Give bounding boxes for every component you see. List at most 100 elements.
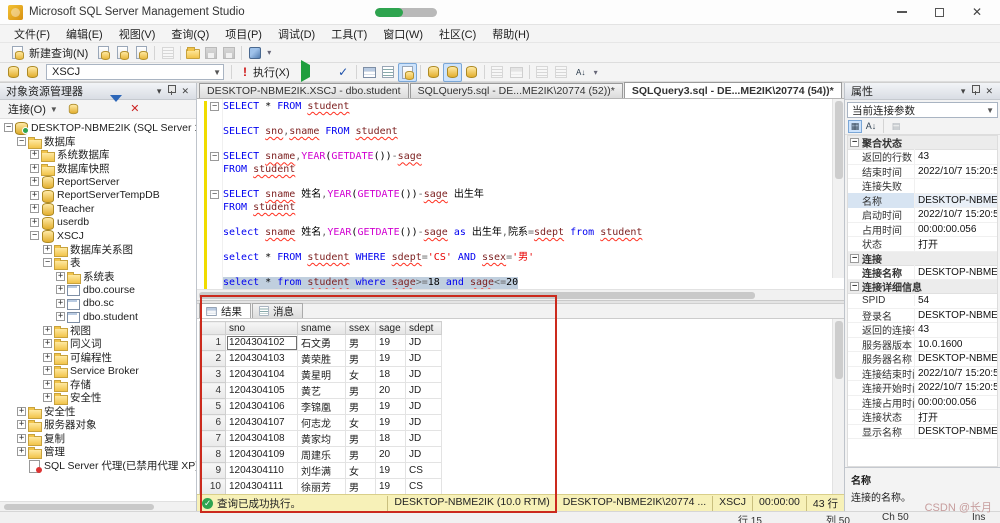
grid-cell[interactable]: JD xyxy=(406,431,442,447)
collapse-icon[interactable]: − xyxy=(850,254,859,263)
grid-column-header[interactable] xyxy=(200,322,226,335)
property-row[interactable]: 返回的行数43 xyxy=(848,150,997,165)
open-file-button[interactable] xyxy=(184,44,202,61)
grid-cell[interactable]: 女 xyxy=(346,415,376,431)
grid-cell[interactable]: 男 xyxy=(346,431,376,447)
table-row[interactable]: 41204304105黄艺男20JD xyxy=(200,383,442,399)
property-section[interactable]: −连接 xyxy=(848,252,997,266)
sort-alphabetical-button[interactable]: A↓ xyxy=(864,120,878,133)
code-line[interactable]: SELECT sname,YEAR(GETDATE())-sage xyxy=(223,151,844,164)
tree-item[interactable]: +同义词 xyxy=(0,337,196,351)
tree-item[interactable]: −XSCJ xyxy=(0,229,196,243)
object-explorer-hscrollbar[interactable] xyxy=(0,501,196,511)
intellisense-toggle-button[interactable] xyxy=(398,63,417,82)
property-section[interactable]: −聚合状态 xyxy=(848,136,997,150)
completion-mode-button[interactable]: A↓ xyxy=(571,63,591,82)
grid-cell[interactable]: 5 xyxy=(200,399,226,415)
grid-cell[interactable]: 8 xyxy=(200,447,226,463)
menu-item[interactable]: 社区(C) xyxy=(431,24,484,44)
expander-icon[interactable]: − xyxy=(4,123,13,132)
property-row[interactable]: 连接失败 xyxy=(848,179,997,194)
template-params-button[interactable] xyxy=(424,63,443,82)
tree-item[interactable]: +Service Broker xyxy=(0,364,196,378)
query-options-button[interactable] xyxy=(379,63,398,82)
grid-cell[interactable]: 10 xyxy=(200,479,226,495)
code-line[interactable] xyxy=(223,177,844,190)
code-line[interactable] xyxy=(223,214,844,227)
delete-button[interactable]: ✕ xyxy=(127,100,143,119)
estimated-plan-button[interactable] xyxy=(360,63,379,82)
property-row[interactable]: 显示名称DESKTOP-NBME2IK xyxy=(848,425,997,440)
grid-cell[interactable]: 黄荣胜 xyxy=(298,351,346,367)
code-line[interactable]: select * from student where sage>=18 and… xyxy=(223,277,844,289)
grid-cell[interactable]: JD xyxy=(406,351,442,367)
grid-cell[interactable]: 男 xyxy=(346,383,376,399)
tree-item[interactable]: +dbo.sc xyxy=(0,297,196,311)
grid-cell[interactable]: 1 xyxy=(200,335,226,351)
grid-cell[interactable]: JD xyxy=(406,447,442,463)
grid-cell[interactable]: 18 xyxy=(376,367,406,383)
grid-cell[interactable]: 男 xyxy=(346,399,376,415)
property-row[interactable]: 连接结束时间2022/10/7 15:20:54 xyxy=(848,367,997,382)
editor-code[interactable]: SELECT * FROM studentSELECT sno,sname FR… xyxy=(223,99,844,289)
expander-icon[interactable]: + xyxy=(30,150,39,159)
property-section[interactable]: −连接详细信息 xyxy=(848,280,997,294)
tree-item[interactable]: +可编程性 xyxy=(0,351,196,365)
expander-icon[interactable]: + xyxy=(43,393,52,402)
grid-cell[interactable]: 18 xyxy=(376,431,406,447)
tab-results[interactable]: 结果 xyxy=(199,303,251,318)
grid-cell[interactable]: 1204304104 xyxy=(226,367,298,383)
expander-icon[interactable]: + xyxy=(56,285,65,294)
grid-column-header[interactable]: sdept xyxy=(406,322,442,335)
close-button[interactable]: ✕ xyxy=(972,6,982,18)
tree-item[interactable]: +ReportServerTempDB xyxy=(0,189,196,203)
actual-plan-toggle-button[interactable] xyxy=(443,63,462,82)
expander-icon[interactable]: + xyxy=(30,204,39,213)
property-row[interactable]: 占用时间00:00:00.056 xyxy=(848,223,997,238)
tab-document[interactable]: SQLQuery5.sql - DE...ME2IK\20774 (52))* xyxy=(410,83,623,98)
save-all-button[interactable] xyxy=(220,44,238,62)
tree-item[interactable]: +存储 xyxy=(0,378,196,392)
menu-item[interactable]: 项目(P) xyxy=(217,24,270,44)
grid-cell[interactable]: 1204304105 xyxy=(226,383,298,399)
grid-cell[interactable]: JD xyxy=(406,383,442,399)
code-line[interactable]: FROM student xyxy=(223,164,844,177)
change-connection-button[interactable] xyxy=(23,63,42,82)
tree-item[interactable]: +dbo.student xyxy=(0,310,196,324)
expander-icon[interactable]: + xyxy=(30,164,39,173)
expander-icon[interactable]: + xyxy=(43,245,52,254)
code-line[interactable] xyxy=(223,139,844,152)
tree-item[interactable]: +复制 xyxy=(0,432,196,446)
parse-button[interactable]: ✓ xyxy=(334,63,353,82)
grid-cell[interactable]: 刘华满 xyxy=(298,463,346,479)
grid-cell[interactable]: 1204304103 xyxy=(226,351,298,367)
grid-cell[interactable]: 19 xyxy=(376,463,406,479)
grid-cell[interactable]: 4 xyxy=(200,383,226,399)
tree-item[interactable]: +视图 xyxy=(0,324,196,338)
results-to-grid-button[interactable] xyxy=(507,63,526,82)
indent-button[interactable] xyxy=(533,63,552,82)
expander-icon[interactable]: + xyxy=(56,299,65,308)
results-grid[interactable]: snosnamessexsagesdept11204304102石文勇男19JD… xyxy=(199,321,442,494)
grid-cell[interactable]: 黄艺 xyxy=(298,383,346,399)
grid-cell[interactable]: 黄星明 xyxy=(298,367,346,383)
property-row[interactable]: SPID54 xyxy=(848,294,997,309)
fold-collapse-icon[interactable]: − xyxy=(210,152,219,161)
grid-cell[interactable]: 1204304109 xyxy=(226,447,298,463)
grid-cell[interactable]: 石文勇 xyxy=(298,335,346,351)
expander-icon[interactable]: + xyxy=(43,353,52,362)
mdx-query-button[interactable] xyxy=(132,43,151,62)
grid-cell[interactable]: 男 xyxy=(346,447,376,463)
grid-cell[interactable]: 6 xyxy=(200,415,226,431)
property-row[interactable]: 登录名DESKTOP-NBME2IK xyxy=(848,309,997,324)
property-row[interactable]: 结束时间2022/10/7 15:20:54 xyxy=(848,165,997,180)
grid-cell[interactable]: 李锦凰 xyxy=(298,399,346,415)
grid-cell[interactable]: 男 xyxy=(346,335,376,351)
property-row[interactable]: 服务器版本10.0.1600 xyxy=(848,338,997,353)
grid-cell[interactable]: 1204304107 xyxy=(226,415,298,431)
property-row[interactable]: 服务器名称DESKTOP-NBME2IK xyxy=(848,352,997,367)
code-line[interactable] xyxy=(223,265,844,278)
table-row[interactable]: 31204304104黄星明女18JD xyxy=(200,367,442,383)
execute-button[interactable]: ! 执行(X) xyxy=(235,62,296,82)
activity-monitor-button[interactable] xyxy=(245,43,264,62)
